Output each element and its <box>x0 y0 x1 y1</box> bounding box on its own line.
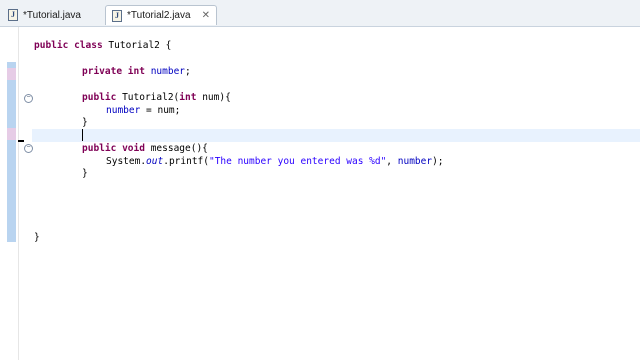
code-line-11: } <box>82 168 88 179</box>
code-line-6: number = num; <box>106 105 181 116</box>
code-line-10: System.out.printf("The number you entere… <box>106 156 444 167</box>
code-line-1: public class Tutorial2 { <box>34 40 172 51</box>
tab-label: *Tutorial.java <box>23 9 81 21</box>
java-file-icon: J <box>112 9 122 22</box>
tab-tutorial-java[interactable]: J *Tutorial.java <box>2 5 102 25</box>
java-file-icon: J <box>8 9 18 21</box>
code-line-7: } <box>82 117 88 128</box>
tab-label: *Tutorial2.java <box>127 10 191 21</box>
close-icon[interactable]: ✕ <box>202 10 210 21</box>
code-line-16: } <box>34 232 40 243</box>
editor-tab-bar: J *Tutorial.java J *Tutorial2.java ✕ <box>0 0 640 27</box>
code-line-3: private int number; <box>82 66 191 77</box>
tab-tutorial2-java[interactable]: J *Tutorial2.java ✕ <box>105 5 217 25</box>
code-line-5: public Tutorial2(int num){ <box>82 92 231 103</box>
code-line-9: public void message(){ <box>82 143 208 154</box>
text-caret <box>82 129 83 141</box>
